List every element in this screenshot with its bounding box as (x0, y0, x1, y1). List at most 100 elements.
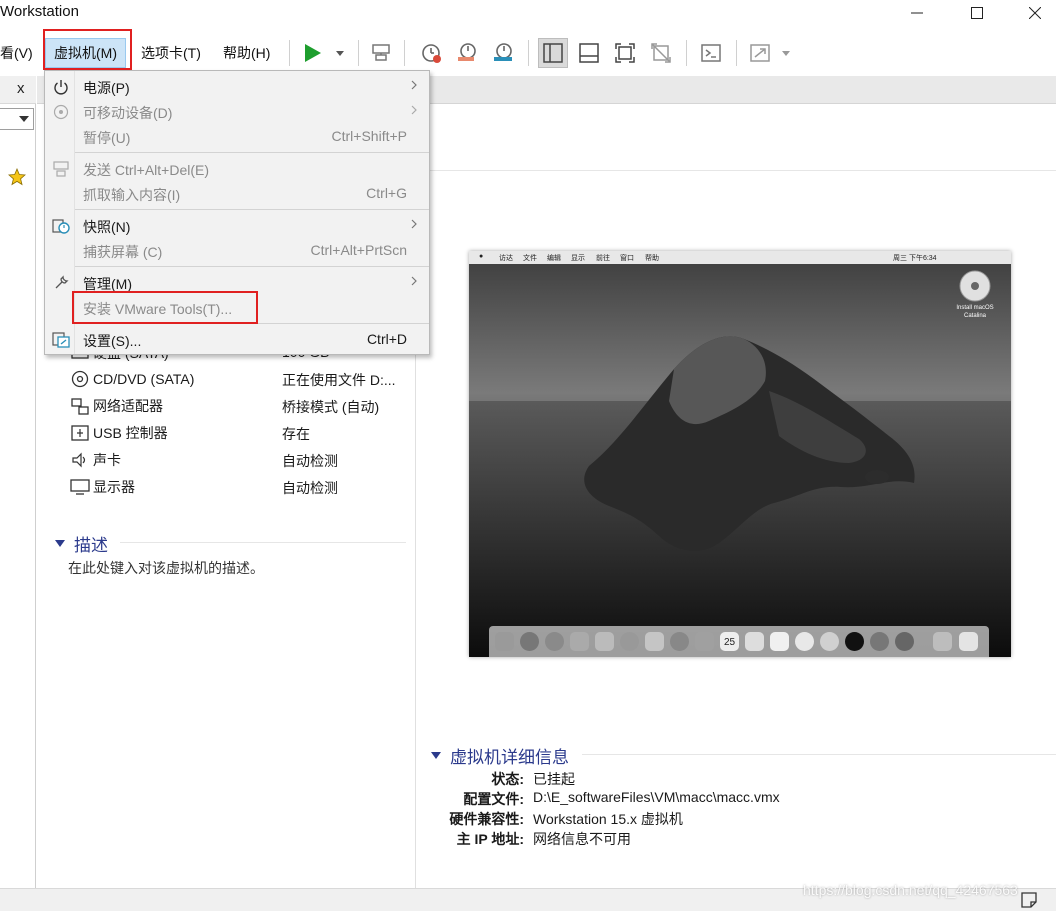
downloads-icon (933, 632, 952, 651)
install-disc-icon (959, 270, 991, 302)
details-title: 虚拟机详细信息 (450, 748, 569, 767)
messages-icon (620, 632, 639, 651)
notes-icon[interactable] (1020, 891, 1038, 909)
podcasts-icon (820, 632, 839, 651)
menu-item-pause[interactable]: 暂停(U) Ctrl+Shift+P (45, 124, 429, 149)
device-value: 存在 (282, 426, 310, 442)
unity-icon (651, 43, 671, 63)
snapshot-manager-button[interactable] (488, 38, 518, 68)
console-view-button[interactable] (696, 38, 726, 68)
menu-separator (75, 266, 429, 267)
toolbar-separator (404, 40, 405, 66)
detail-value-config: D:\E_softwareFiles\VM\macc\macc.vmx (533, 789, 780, 805)
terminal-icon (701, 44, 721, 62)
menu-item-capture-screen[interactable]: 捕获屏幕 (C) Ctrl+Alt+PrtScn (45, 238, 429, 263)
menu-item-manage[interactable]: 管理(M) (45, 270, 429, 295)
guest-menu-item: 帮助 (645, 255, 659, 262)
stretch-guest-button[interactable] (746, 38, 794, 68)
description-field[interactable]: 在此处键入对该虚拟机的描述。 (68, 558, 264, 578)
close-button[interactable] (1012, 0, 1056, 26)
guest-menu-item: 编辑 (547, 255, 561, 262)
trash-icon (959, 632, 978, 651)
device-row-sound[interactable]: 声卡 (70, 449, 121, 471)
description-header[interactable]: 描述 (55, 531, 108, 556)
power-on-button[interactable] (298, 38, 348, 68)
menu-item-removable-devices[interactable]: 可移动设备(D) (45, 99, 429, 124)
detail-key-status: 状态: (491, 771, 524, 787)
usb-icon (70, 424, 90, 442)
device-row-cd[interactable]: CD/DVD (SATA) (70, 368, 194, 390)
chevron-down-icon (19, 116, 29, 122)
minimize-button[interactable] (894, 0, 940, 26)
show-thumbnail-bar-button[interactable] (574, 38, 604, 68)
vm-screenshot-thumbnail[interactable]: ● 访达 文件 编辑 显示 前往 窗口 帮助 周三 下午6:34 Install… (469, 251, 1011, 657)
finder-icon (495, 632, 514, 651)
guest-menu-item: 文件 (523, 255, 537, 262)
show-library-button[interactable] (538, 38, 568, 68)
detail-value-ip: 网络信息不可用 (533, 831, 631, 847)
toolbar-separator (358, 40, 359, 66)
guest-menu-item: 显示 (571, 255, 585, 262)
snapshot-icon (51, 216, 71, 236)
wrench-icon (51, 273, 71, 293)
menu-view[interactable]: 看(V) (0, 37, 41, 69)
device-row-display[interactable]: 显示器 (70, 476, 135, 498)
safari-icon (545, 632, 564, 651)
menu-item-snapshot[interactable]: 快照(N) (45, 213, 429, 238)
star-icon[interactable] (8, 168, 26, 186)
snapshot-manager-icon (494, 43, 512, 61)
detail-key-compat: 硬件兼容性: (449, 811, 524, 827)
guest-dock: 25 (489, 626, 989, 657)
device-name: 网络适配器 (93, 398, 163, 414)
detail-key-config: 配置文件: (463, 791, 524, 807)
menu-item-settings[interactable]: 设置(S)... Ctrl+D (45, 327, 429, 352)
desktop-icon-label: Catalina (963, 313, 986, 319)
device-name: CD/DVD (SATA) (93, 371, 195, 387)
device-name: 声卡 (93, 452, 121, 468)
library-panel: x (0, 76, 36, 888)
detail-key-ip: 主 IP 地址: (456, 831, 524, 847)
menu-item-grab-input[interactable]: 抓取输入内容(I) Ctrl+G (45, 181, 429, 206)
menu-tabs[interactable]: 选项卡(T) (133, 37, 209, 69)
reminders-icon (745, 632, 764, 651)
take-snapshot-button[interactable] (416, 38, 446, 68)
device-row-network[interactable]: 网络适配器 (70, 395, 163, 417)
revert-snapshot-button[interactable] (452, 38, 482, 68)
toolbar-separator (686, 40, 687, 66)
music-icon (795, 632, 814, 651)
detail-value-status: 已挂起 (533, 771, 575, 787)
watermark-text: https://blog.csdn.net/qq_42467563 (803, 882, 1018, 898)
menu-item-install-vmware-tools[interactable]: 安装 VMware Tools(T)... (45, 295, 429, 320)
system-preferences-icon (895, 632, 914, 651)
device-row-usb[interactable]: USB 控制器 (70, 422, 168, 444)
title-bar: Workstation (0, 0, 1056, 26)
menu-vm[interactable]: 虚拟机(M) (45, 38, 126, 68)
contacts-icon (695, 632, 714, 651)
apple-tv-icon (845, 632, 864, 651)
maps-icon (645, 632, 664, 651)
device-name: USB 控制器 (93, 425, 168, 441)
apple-icon: ● (479, 253, 484, 260)
guest-menu-item: 窗口 (620, 255, 634, 262)
menu-item-power[interactable]: 电源(P) (45, 74, 429, 99)
send-ctrl-alt-del-button[interactable] (366, 38, 396, 68)
unity-button[interactable] (646, 38, 676, 68)
play-icon (305, 44, 344, 62)
facetime-icon (595, 632, 614, 651)
divider (120, 542, 406, 543)
library-search-dropdown[interactable] (0, 108, 34, 130)
description-title: 描述 (74, 536, 108, 555)
menu-item-send-cad[interactable]: 发送 Ctrl+Alt+Del(E) (45, 156, 429, 181)
minimize-icon (911, 12, 923, 14)
power-icon (51, 77, 71, 97)
cd-icon (70, 370, 90, 388)
details-header[interactable]: 虚拟机详细信息 (431, 743, 569, 768)
device-value: 自动检测 (282, 453, 338, 469)
maximize-button[interactable] (954, 0, 1000, 26)
full-screen-button[interactable] (610, 38, 640, 68)
guest-menu-item: 访达 (499, 255, 513, 262)
submenu-arrow-icon (411, 219, 417, 229)
maximize-icon (971, 7, 983, 19)
library-close-icon[interactable]: x (17, 80, 25, 97)
menu-help[interactable]: 帮助(H) (215, 37, 278, 69)
